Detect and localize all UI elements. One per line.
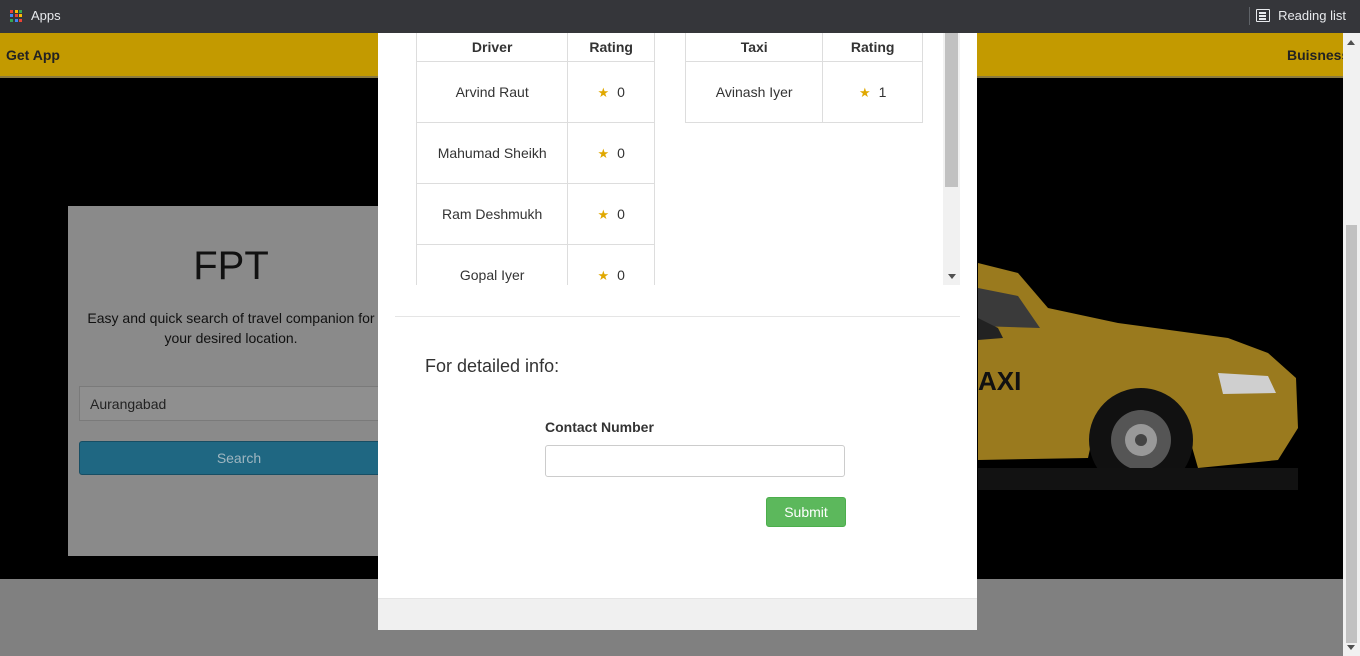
taxi-name: Avinash Iyer (684, 61, 824, 123)
scroll-down-arrow-icon[interactable] (948, 274, 956, 279)
page-scrollbar-thumb[interactable] (1346, 225, 1357, 643)
driver-name: Ram Deshmukh (415, 183, 569, 245)
drivers-col-driver: Driver (415, 33, 569, 62)
ratings-scroll-area[interactable]: Driver Rating Arvind Raut ★ 0 Mahumad She… (378, 33, 960, 285)
table-row: Gopal Iyer ★ 0 (415, 244, 655, 285)
submit-button[interactable]: Submit (766, 497, 846, 527)
taxi-image: AXI (978, 228, 1298, 490)
search-card: FPT Easy and quick search of travel comp… (68, 206, 408, 556)
driver-rating: ★ 0 (567, 61, 655, 123)
star-icon: ★ (597, 84, 610, 100)
apps-shortcut[interactable]: Apps (10, 8, 61, 23)
contact-number-input[interactable] (545, 445, 845, 477)
apps-grid-icon (10, 9, 22, 22)
driver-rating: ★ 0 (567, 183, 655, 245)
page-scrollbar[interactable] (1343, 33, 1360, 656)
modal-footer (378, 598, 977, 630)
drivers-table: Driver Rating Arvind Raut ★ 0 Mahumad She… (415, 33, 655, 285)
drivers-col-rating: Rating (567, 33, 655, 62)
driver-rating: ★ 0 (567, 244, 655, 285)
table-row: Ram Deshmukh ★ 0 (415, 183, 655, 245)
contact-number-label: Contact Number (545, 419, 654, 435)
reading-list-icon (1256, 9, 1271, 22)
driver-rating: ★ 0 (567, 122, 655, 184)
ratings-scrollbar[interactable] (943, 33, 960, 285)
scroll-up-arrow-icon[interactable] (1347, 40, 1355, 45)
driver-name: Arvind Raut (415, 61, 569, 123)
location-input[interactable]: Aurangabad (79, 386, 399, 421)
table-row: Avinash Iyer ★ 1 (684, 61, 923, 123)
star-icon: ★ (858, 84, 871, 100)
brand-subtitle: Easy and quick search of travel companio… (87, 310, 375, 346)
reading-list-label: Reading list (1278, 8, 1346, 23)
scroll-down-arrow-icon[interactable] (1347, 645, 1355, 650)
rating-modal: Driver Rating Arvind Raut ★ 0 Mahumad She… (378, 33, 977, 630)
star-icon: ★ (597, 206, 610, 222)
detail-heading: For detailed info: (425, 356, 560, 376)
reading-list-button[interactable]: Reading list (1256, 8, 1346, 23)
driver-name: Mahumad Sheikh (415, 122, 569, 184)
bookmarks-bar: Apps Reading list (0, 0, 1360, 33)
nav-get-app-link[interactable]: Get App (6, 47, 60, 63)
brand-title: FPT (193, 244, 269, 288)
search-button[interactable]: Search (79, 441, 399, 475)
nav-business-link[interactable]: Buisness (1287, 47, 1349, 63)
driver-name: Gopal Iyer (415, 244, 569, 285)
modal-divider (395, 316, 960, 317)
taxi-col-taxi: Taxi (684, 33, 824, 62)
table-row: Arvind Raut ★ 0 (415, 61, 655, 123)
taxi-rating: ★ 1 (822, 61, 923, 123)
table-row: Mahumad Sheikh ★ 0 (415, 122, 655, 184)
star-icon: ★ (597, 145, 610, 161)
ratings-scrollbar-thumb[interactable] (945, 33, 958, 187)
apps-label: Apps (31, 8, 61, 23)
star-icon: ★ (597, 267, 610, 283)
taxi-table: Taxi Rating Avinash Iyer ★ 1 (684, 33, 923, 123)
taxi-sign-text: AXI (978, 366, 1021, 396)
bookmark-divider (1249, 7, 1250, 25)
taxi-col-rating: Rating (822, 33, 923, 62)
